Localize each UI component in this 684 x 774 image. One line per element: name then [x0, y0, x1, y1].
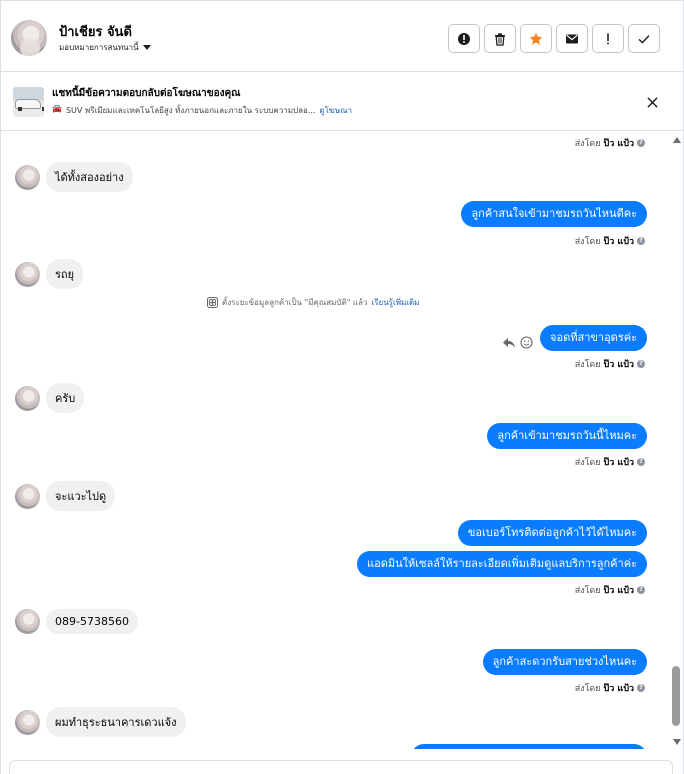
message-bubble-outgoing-partial[interactable] [411, 744, 647, 749]
message-bubble-outgoing[interactable]: ลูกค้าสะดวกรับสายช่วงไหนคะ [482, 649, 647, 675]
star-button[interactable] [520, 24, 552, 53]
emoji-reaction-icon[interactable] [520, 336, 533, 349]
exclamation-icon [607, 33, 609, 44]
conversation-panel: ป้าเชียร จันดี มอบหมายการสนทนานี้ แชทนี้… [0, 0, 684, 774]
ad-banner-subtitle: 🚘 SUV พรีเมียมและเทคโนโลยีสูง ทั้งภายนอก… [52, 104, 352, 117]
system-event: ตั้งระยะข้อมูลลูกค้าเป็น "มีคุณสมบัติ" แ… [207, 296, 419, 309]
sender-name: ป๊ว แป้ว [603, 586, 634, 596]
mark-done-button[interactable] [628, 24, 660, 53]
sent-by-prefix: ส่งโดย [574, 237, 601, 247]
sent-by-prefix: ส่งโดย [574, 586, 601, 596]
ad-banner-text: SUV พรีเมียมและเทคโนโลยีสูง ทั้งภายนอกแล… [65, 106, 316, 115]
message-hover-tools [502, 336, 533, 349]
sent-by-prefix: ส่งโดย [574, 684, 601, 694]
close-icon [646, 96, 658, 108]
envelope-icon [566, 34, 578, 43]
help-icon[interactable]: ? [637, 458, 645, 466]
system-event-text: ตั้งระยะข้อมูลลูกค้าเป็น "มีคุณสมบัติ" แ… [222, 298, 368, 307]
alert-circle-icon [458, 32, 470, 45]
message-bubble[interactable]: ครับ [46, 383, 85, 413]
message-bubble[interactable]: 089-5738560 [46, 609, 138, 634]
message-bubble[interactable]: รถยุ [46, 259, 84, 289]
help-icon[interactable]: ? [637, 684, 645, 692]
message-thread[interactable]: ส่งโดย ป๊ว แป้ว? ได้ทั้งสองอย่าง ลูกค้าสน… [1, 131, 669, 749]
message-bubble-outgoing[interactable]: ลูกค้าสนใจเข้ามาชมรถวันไหนดีคะ [461, 201, 647, 227]
header-actions [448, 24, 660, 53]
contact-avatar[interactable] [11, 20, 47, 56]
sent-by-label: ส่งโดย ป๊ว แป้ว? [575, 583, 645, 597]
contact-avatar-small [15, 483, 40, 509]
contact-avatar-small [15, 609, 40, 634]
mark-unread-button[interactable] [556, 24, 588, 53]
incoming-message: ได้ทั้งสองอย่าง [15, 162, 133, 192]
follow-up-button[interactable] [592, 24, 624, 53]
help-icon[interactable]: ? [637, 139, 645, 147]
incoming-message: 089-5738560 [15, 609, 138, 634]
help-icon[interactable]: ? [637, 237, 645, 245]
ad-banner-title: แชทนี้มีข้อความตอบกลับต่อโฆษณาของคุณ [52, 88, 241, 99]
mark-spam-button[interactable] [448, 24, 480, 53]
car-icon: 🚘 [52, 104, 62, 113]
assign-label: มอบหมายการสนทนานี้ [59, 43, 139, 52]
sent-by-label: ส่งโดย ป๊ว แป้ว? [575, 681, 645, 695]
scroll-down-arrow-icon[interactable] [673, 739, 681, 745]
thread-scrollbar[interactable] [669, 131, 683, 751]
message-bubble[interactable]: ผมทำธุระธนาคารเดวแจ้ง [46, 707, 186, 737]
message-composer[interactable] [9, 760, 673, 774]
contact-name[interactable]: ป้าเชียร จันดี [59, 21, 132, 42]
message-bubble[interactable]: จะแวะไปดู [46, 481, 116, 511]
contact-avatar-small [15, 261, 40, 287]
sent-by-label: ส่งโดย ป๊ว แป้ว? [575, 357, 645, 371]
incoming-message: ครับ [15, 383, 85, 413]
trash-icon [495, 32, 505, 46]
scrollbar-thumb[interactable] [672, 666, 680, 726]
star-icon [529, 32, 543, 45]
sender-name: ป๊ว แป้ว [603, 360, 634, 370]
incoming-message: รถยุ [15, 259, 84, 289]
sender-name: ป๊ว แป้ว [603, 237, 634, 247]
close-banner-button[interactable] [643, 93, 661, 111]
check-icon [638, 34, 650, 44]
sent-by-prefix: ส่งโดย [574, 139, 601, 149]
message-bubble-outgoing[interactable]: จอดที่สาขาอุดรค่ะ [540, 325, 647, 351]
sent-by-prefix: ส่งโดย [574, 360, 601, 370]
conversation-header: ป้าเชียร จันดี มอบหมายการสนทนานี้ [1, 0, 684, 72]
reply-icon[interactable] [502, 337, 516, 349]
help-icon[interactable]: ? [637, 360, 645, 368]
message-bubble-outgoing[interactable]: ขอเบอร์โทรติดต่อลูกค้าไว้ได้ไหมคะ [457, 520, 647, 546]
sent-by-label: ส่งโดย ป๊ว แป้ว? [575, 234, 645, 248]
incoming-message: จะแวะไปดู [15, 481, 116, 511]
ad-thumbnail[interactable] [13, 87, 44, 117]
sent-by-prefix: ส่งโดย [574, 458, 601, 468]
contact-avatar-small [15, 385, 40, 411]
delete-button[interactable] [484, 24, 516, 53]
help-icon[interactable]: ? [637, 586, 645, 594]
qualified-lead-icon [207, 297, 218, 308]
assign-conversation-dropdown[interactable]: มอบหมายการสนทนานี้ [59, 41, 151, 54]
ad-reply-banner [1, 72, 684, 131]
incoming-message: ผมทำธุระธนาคารเดวแจ้ง [15, 707, 186, 737]
message-bubble-outgoing[interactable]: ลูกค้าเข้ามาชมรถวันนี้ไหมคะ [487, 423, 647, 449]
learn-more-link[interactable]: เรียนรู้เพิ่มเติม [371, 296, 419, 309]
sent-by-label: ส่งโดย ป๊ว แป้ว? [575, 455, 645, 469]
sender-name: ป๊ว แป้ว [603, 458, 634, 468]
sender-name: ป๊ว แป้ว [603, 139, 634, 149]
scroll-up-arrow-icon[interactable] [673, 137, 681, 143]
sent-by-label: ส่งโดย ป๊ว แป้ว? [575, 136, 645, 150]
contact-avatar-small [15, 164, 40, 190]
message-bubble-outgoing[interactable]: แอดมินให้เซลล์ให้รายละเอียดเพิ่มเติมดูแล… [357, 551, 647, 577]
chevron-down-icon [142, 45, 151, 50]
view-ad-link[interactable]: ดูโฆษณา [319, 104, 352, 117]
contact-avatar-small [15, 709, 40, 735]
sender-name: ป๊ว แป้ว [603, 684, 634, 694]
message-bubble[interactable]: ได้ทั้งสองอย่าง [46, 162, 133, 192]
